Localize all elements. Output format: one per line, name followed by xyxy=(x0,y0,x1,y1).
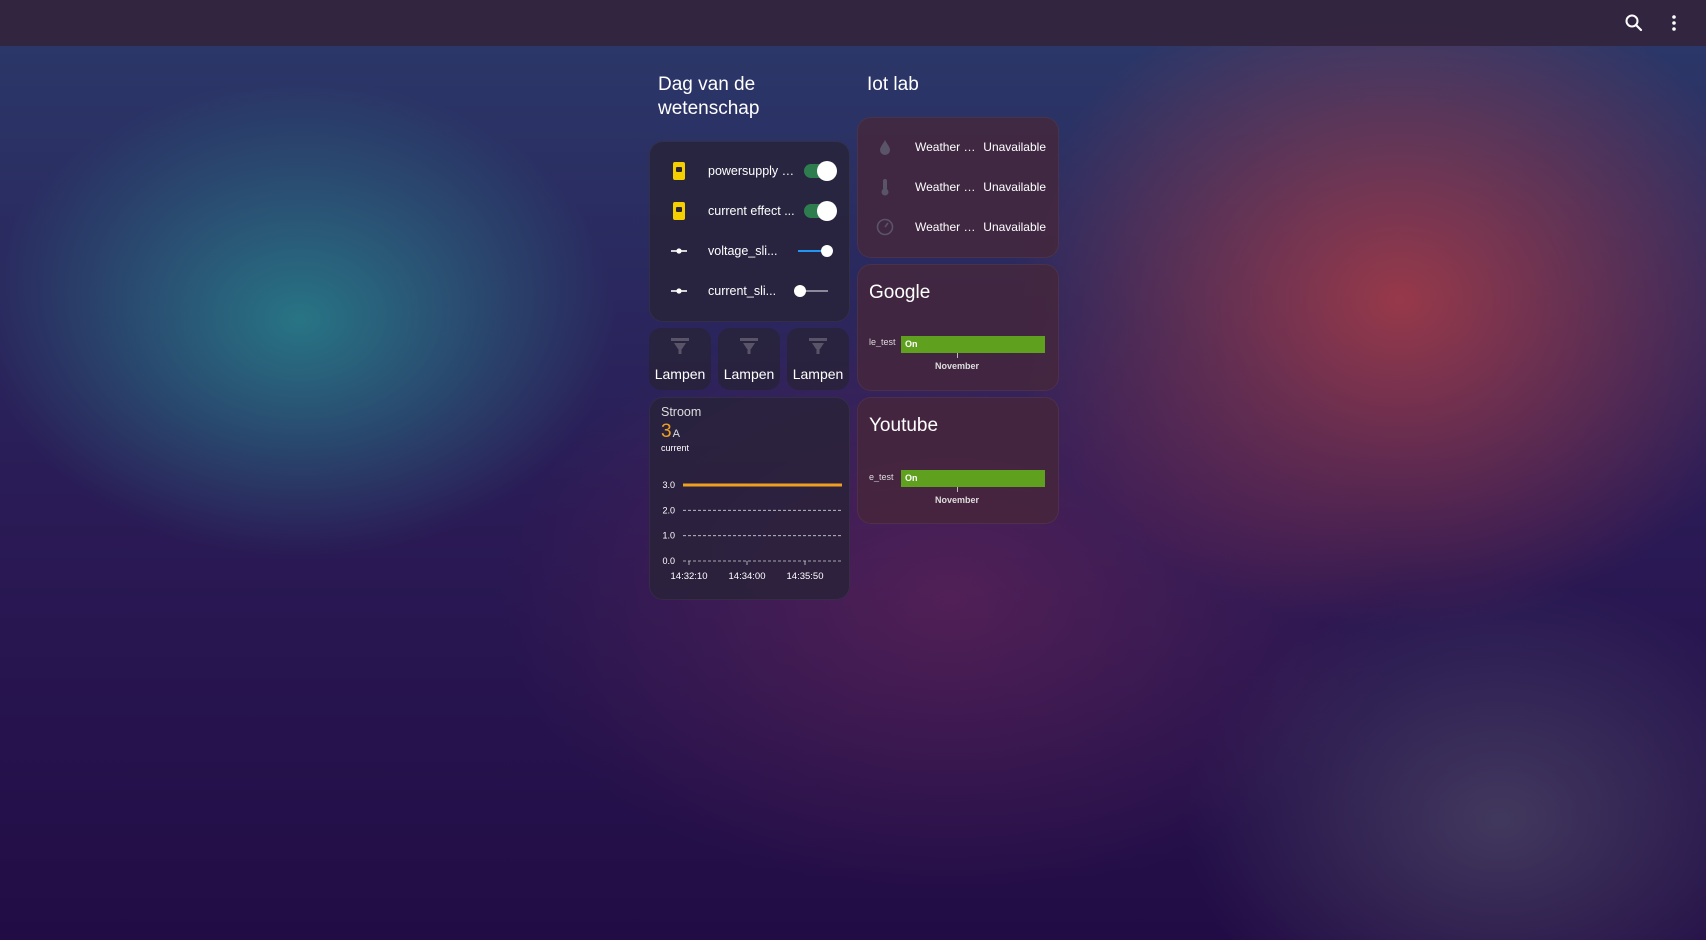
google-timeline-card[interactable]: Google le_test On November xyxy=(857,264,1059,391)
weather-entities-card: Weather s... Unavailable Weather s... Un… xyxy=(857,117,1059,258)
timeline-title: Google xyxy=(869,282,931,303)
sensor-name: Weather s... xyxy=(915,220,977,234)
ceiling-light-icon xyxy=(738,336,760,358)
weather-sensor-row[interactable]: Weather s... Unavailable xyxy=(857,167,1059,207)
lamp-label: Lampen xyxy=(654,366,706,382)
toggle-knob xyxy=(817,161,837,181)
timeline-state-label: On xyxy=(905,473,918,483)
slider-icon xyxy=(669,241,689,261)
chart-y-tick-label: 0.0 xyxy=(662,556,675,566)
weather-sensor-row[interactable]: Weather s... Unavailable xyxy=(857,207,1059,247)
chart-x-tick-label: 14:35:50 xyxy=(787,571,824,582)
timeline-axis-label: November xyxy=(934,361,979,371)
sensor-name: Weather s... xyxy=(915,140,977,154)
sensor-name: Weather s... xyxy=(915,180,977,194)
entity-row-powersupply[interactable]: powersupply s... xyxy=(649,151,850,191)
youtube-timeline-card[interactable]: Youtube e_test On November xyxy=(857,397,1059,524)
timeline-state-bar[interactable]: On xyxy=(901,470,1045,487)
sensor-state: Unavailable xyxy=(983,180,1046,194)
timeline-entity: le_test xyxy=(869,337,896,347)
chart-x-tick-label: 14:34:00 xyxy=(729,571,766,582)
timeline-state-bar[interactable]: On xyxy=(901,336,1045,353)
column-title-iot-lab: Iot lab xyxy=(867,74,919,95)
entity-label: current effect ... xyxy=(708,204,795,218)
lamp-button-1[interactable]: Lampen xyxy=(649,328,711,390)
timeline-state-label: On xyxy=(905,339,918,349)
ceiling-light-icon xyxy=(807,336,829,358)
entity-label: current_sli... xyxy=(708,284,777,298)
chart-y-tick-label: 1.0 xyxy=(662,531,675,541)
toggle-knob xyxy=(817,201,837,221)
entity-row-current-slider[interactable]: current_sli... xyxy=(649,271,850,311)
entity-row-voltage-slider[interactable]: voltage_sli... xyxy=(649,231,850,271)
entity-row-current-effect[interactable]: current effect ... xyxy=(649,191,850,231)
current-effect-toggle[interactable] xyxy=(804,201,837,221)
sensor-state: Unavailable xyxy=(983,140,1046,154)
timeline-title: Youtube xyxy=(869,415,939,436)
timeline-axis-label: November xyxy=(934,495,979,505)
chart-y-tick-label: 2.0 xyxy=(662,505,675,515)
chart-y-tick-label: 3.0 xyxy=(662,480,675,490)
water-drop-icon xyxy=(875,137,895,157)
power-plug-icon xyxy=(669,161,689,181)
slider-thumb[interactable] xyxy=(793,285,806,297)
top-app-bar xyxy=(0,0,1706,46)
lamp-button-3[interactable]: Lampen xyxy=(787,328,849,390)
entity-label: powersupply s... xyxy=(708,164,798,178)
search-icon[interactable] xyxy=(1622,11,1646,35)
sensor-state: Unavailable xyxy=(983,220,1046,234)
current-slider[interactable] xyxy=(793,285,828,297)
chart-x-tick-label: 14:32:10 xyxy=(671,571,708,582)
lamp-button-2[interactable]: Lampen xyxy=(718,328,780,390)
voltage-slider[interactable] xyxy=(798,245,833,257)
entity-label: voltage_sli... xyxy=(708,244,778,258)
column-title-dag-van-de-wetenschap: Dag van de wetenschap xyxy=(658,74,760,119)
gauge-icon xyxy=(875,217,895,237)
lamp-label: Lampen xyxy=(792,366,844,382)
slider-thumb[interactable] xyxy=(820,245,833,257)
timeline-axis-tick xyxy=(957,353,958,358)
timeline-axis-tick xyxy=(957,487,958,492)
thermometer-icon xyxy=(875,177,895,197)
weather-sensor-row[interactable]: Weather s... Unavailable xyxy=(857,127,1059,167)
powersupply-toggle[interactable] xyxy=(804,161,837,181)
power-plug-icon xyxy=(669,201,689,221)
more-vertical-icon[interactable] xyxy=(1662,11,1686,35)
stroom-history-chart: 0.0 1.0 2.0 3.0 14:32:10 14:34:00 14:35:50 xyxy=(662,480,842,582)
ceiling-light-icon xyxy=(669,336,691,358)
timeline-entity: e_test xyxy=(869,472,894,482)
entities-card: powersupply s... current effect ... volt… xyxy=(649,141,850,322)
slider-icon xyxy=(669,281,689,301)
lamp-label: Lampen xyxy=(723,366,775,382)
stroom-sensor-card[interactable]: Stroom 3A current 0.0 1.0 2.0 3.0 14:32:10 14… xyxy=(649,397,850,600)
